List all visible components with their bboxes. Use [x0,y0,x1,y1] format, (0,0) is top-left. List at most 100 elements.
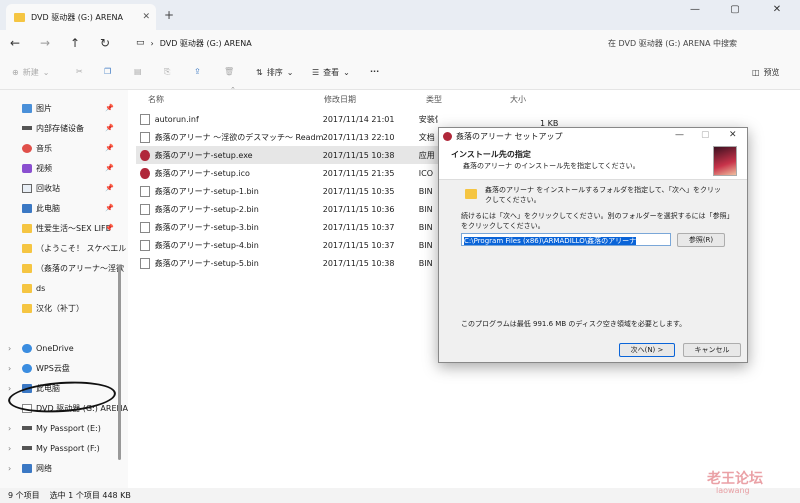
sidebar-item-label: （ようこそ！ スケベエル [36,243,127,253]
file-date: 2017/11/15 10:35 [322,186,395,196]
file-name: 姦落のアリーナ-setup.ico [154,168,250,178]
sidebar-item-label: 视频 [36,163,52,173]
sidebar-item[interactable]: › My Passport (F:) [0,439,128,457]
more-button[interactable]: ··· [370,67,379,76]
sort-button[interactable]: ⇅ 排序 ⌄ [256,67,293,78]
refresh-icon[interactable]: ↻ [90,36,120,50]
dialog-header: インストール先の指定 姦落のアリーナ のインストール先を指定してください。 [439,144,747,180]
document-icon [140,131,150,143]
app-icon [140,149,150,161]
sidebar-scrollbar[interactable] [118,265,121,460]
close-icon[interactable]: ✕ [762,4,792,15]
file-row[interactable]: 姦落のアリーナ-setup-5.bin 2017/11/15 10:38 BIN [136,254,438,272]
column-size[interactable]: 大小 [510,94,526,105]
next-button[interactable]: 次へ(N) > [619,343,675,357]
sidebar-item[interactable]: 性爱生活～SEX LIFE 📌 [0,219,128,237]
chevron-right-icon[interactable]: › [8,384,11,393]
sidebar-item-label: 音乐 [36,143,52,153]
preview-button[interactable]: ◫ 预览 [752,67,780,78]
dialog-title-bar: 姦落のアリーナ セットアップ — ▢ ✕ [439,128,747,144]
back-icon[interactable]: ← [0,36,30,50]
pin-icon: 📌 [105,144,114,152]
document-icon [140,257,150,269]
column-date[interactable]: 修改日期 [324,94,356,105]
sidebar-item[interactable]: › 网络 [0,459,128,477]
maximize-icon[interactable]: ▢ [720,4,750,15]
install-path-input[interactable]: C:\Program Files (x86)\ARMADILLO\姦落のアリーナ [461,233,671,246]
sidebar-item[interactable]: 此电脑 📌 [0,199,128,217]
forward-icon[interactable]: → [30,36,60,50]
sidebar-item[interactable]: （姦落のアリーナ～淫欲 [0,259,128,277]
file-row[interactable]: 姦落のアリーナ-setup-3.bin 2017/11/15 10:37 BIN [136,218,438,236]
dialog-continue-text: 続けるには「次へ」をクリックしてください。別のフォルダーを選択するには「参照」を… [461,212,731,230]
file-date: 2017/11/15 10:37 [322,240,395,250]
paste-icon[interactable]: ▤ [134,67,142,76]
sidebar-item[interactable]: › OneDrive [0,339,128,357]
sidebar-item-label: WPS云盘 [36,363,70,373]
chevron-right-icon[interactable]: › [8,444,11,453]
address-bar[interactable]: ▭ › DVD 驱动器 (G:) ARENA [130,33,595,53]
sidebar-item[interactable]: 音乐 📌 [0,139,128,157]
minimize-icon[interactable]: — [675,130,684,140]
sidebar-item[interactable]: › WPS云盘 [0,359,128,377]
maximize-icon[interactable]: ▢ [701,130,710,140]
close-icon[interactable]: ✕ [729,130,737,140]
file-row[interactable]: autorun.inf 2017/11/14 21:01 安装信息 [136,110,438,128]
install-path-value: C:\Program Files (x86)\ARMADILLO\姦落のアリーナ [464,237,637,245]
new-label: 新建 [22,68,39,77]
tab-title: DVD 驱动器 (G:) ARENA [31,12,123,22]
dialog-heading: インストール先の指定 [451,150,531,159]
delete-icon[interactable]: 🗑 [224,67,234,76]
tab-active[interactable]: DVD 驱动器 (G:) ARENA ✕ [6,4,156,30]
dialog-subheading: 姦落のアリーナ のインストール先を指定してください。 [463,162,640,170]
sidebar-item[interactable]: （ようこそ！ スケベエル [0,239,128,257]
sidebar-item[interactable]: 视频 📌 [0,159,128,177]
chevron-right-icon[interactable]: › [8,344,11,353]
file-name: 姦落のアリーナ-setup-1.bin [154,186,259,196]
file-row[interactable]: 姦落のアリーナ-setup.ico 2017/11/15 21:35 ICO [136,164,438,182]
file-row[interactable]: 姦落のアリーナ-setup-4.bin 2017/11/15 10:37 BIN [136,236,438,254]
watermark-logo: 老王论坛 [707,471,763,487]
minimize-icon[interactable]: — [680,4,710,15]
column-name[interactable]: 名称 [148,94,164,105]
sidebar-item[interactable]: 图片 📌 [0,99,128,117]
cut-icon[interactable]: ✂ [76,67,83,76]
sidebar-item[interactable]: ds [0,279,128,297]
dialog-instruction: 姦落のアリーナ をインストールするフォルダを指定して、「次へ」をクリックしてくだ… [485,186,722,204]
new-button[interactable]: ⊕ 新建 ⌄ [12,67,49,78]
navigation-pane: 图片 📌 内部存储设备 📌 音乐 📌 视频 📌 回收站 📌 此电脑 📌 性爱生活～SEX LIFE 📌 （よ… [0,90,128,488]
share-icon[interactable]: ⇪ [194,67,201,76]
folder-icon [22,303,32,313]
pictures-icon [22,103,32,113]
browse-button[interactable]: 参照(R) [677,233,725,247]
pin-icon: 📌 [105,224,114,232]
up-icon[interactable]: ↑ [60,36,90,50]
file-type: ICO [418,168,434,178]
search-placeholder: 在 DVD 驱动器 (G:) ARENA 中搜索 [608,38,738,48]
pin-icon: 📌 [105,124,114,132]
rename-icon[interactable]: ⎘ [164,67,170,77]
file-row[interactable]: 姦落のアリーナ-setup-1.bin 2017/11/15 10:35 BIN [136,182,438,200]
column-type[interactable]: 类型 [426,94,442,105]
app-icon [140,167,150,179]
file-row[interactable]: 姦落のアリーナ-setup.exe 2017/11/15 10:38 应用 [136,146,438,164]
cancel-button[interactable]: キャンセル [683,343,741,357]
sidebar-item[interactable]: 回收站 📌 [0,179,128,197]
view-button[interactable]: ☰ 查看 ⌄ [312,67,350,78]
new-tab-button[interactable]: + [164,8,174,22]
video-icon [22,163,32,173]
document-icon [140,203,150,215]
sidebar-item[interactable]: 汉化（补丁） [0,299,128,317]
chevron-right-icon[interactable]: › [8,364,11,373]
search-input[interactable]: 在 DVD 驱动器 (G:) ARENA 中搜索 [600,33,792,53]
sidebar-item[interactable]: 内部存储设备 📌 [0,119,128,137]
file-row[interactable]: 姦落のアリーナ-setup-2.bin 2017/11/15 10:36 BIN [136,200,438,218]
close-tab-icon[interactable]: ✕ [142,12,150,22]
chevron-right-icon[interactable]: › [8,424,11,433]
chevron-right-icon[interactable]: › [8,464,11,473]
sidebar-item[interactable]: › My Passport (E:) [0,419,128,437]
copy-icon[interactable]: ❐ [104,67,111,76]
sidebar-item-label: 图片 [36,103,52,113]
document-icon [140,185,150,197]
file-row[interactable]: 姦落のアリーナ ～淫欲のデスマッチ～ Readm... 2017/11/13 22… [136,128,438,146]
